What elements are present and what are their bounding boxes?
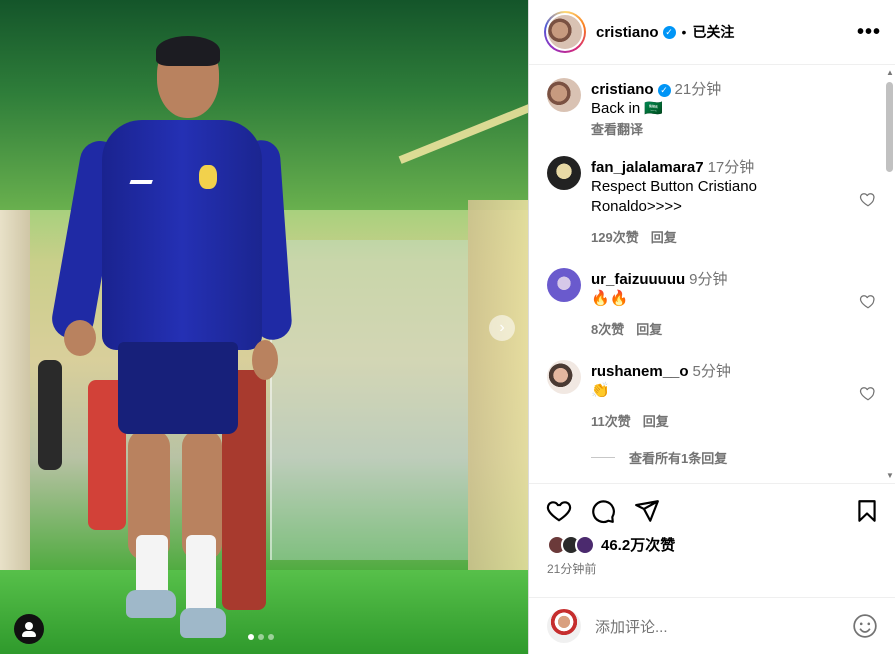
- comment-username[interactable]: cristiano: [591, 81, 654, 98]
- player-figure: [48, 30, 293, 650]
- action-row: [529, 484, 895, 538]
- verified-icon: ✓: [657, 84, 671, 97]
- comment-body: cristiano ✓ 21分钟 Back in 🇸🇦 查看翻译: [591, 78, 837, 138]
- comment-meta: 8次赞 回复: [591, 319, 837, 338]
- avatar-image: [546, 13, 584, 51]
- likes-summary[interactable]: 46.2万次赞: [547, 534, 675, 555]
- player-sock: [186, 535, 216, 615]
- post-header: cristiano ✓ • 已关注 •••: [529, 0, 895, 65]
- player-jersey: [102, 120, 262, 350]
- bookmark-icon[interactable]: [854, 498, 880, 524]
- comment-time[interactable]: 5分钟: [693, 363, 731, 380]
- verified-icon: ✓: [662, 25, 676, 39]
- player-shorts: [118, 342, 238, 434]
- bg-person: [38, 360, 62, 470]
- view-replies-label: 查看所有1条回复: [629, 451, 728, 466]
- scroll-down-icon[interactable]: ▼: [886, 471, 894, 480]
- carousel-dot: [248, 634, 254, 640]
- comment-body: fan_jalalamara7 17分钟 Respect Button Crist…: [591, 156, 837, 246]
- more-options-icon[interactable]: •••: [857, 22, 881, 42]
- comment-body: rushanem__o 5分钟 👏 11次赞 回复: [591, 360, 837, 430]
- share-icon[interactable]: [634, 498, 660, 524]
- post-viewer: › cristiano ✓ • 已关注 ••• cristiano✓21分钟: [0, 0, 895, 654]
- comment-username[interactable]: rushanem__o: [591, 363, 689, 380]
- avatar[interactable]: [547, 268, 581, 302]
- comments-list[interactable]: cristiano ✓ 21分钟 Back in 🇸🇦 查看翻译 fan_jalal…: [529, 66, 884, 482]
- author-avatar[interactable]: [544, 11, 586, 53]
- author-username[interactable]: cristiano: [596, 24, 659, 41]
- reply-button[interactable]: 回复: [643, 414, 669, 429]
- reply-button[interactable]: 回复: [636, 322, 662, 337]
- comment-time[interactable]: 21分钟: [675, 81, 722, 98]
- post-time[interactable]: 21分钟前: [547, 560, 596, 577]
- liker-avatar: [575, 534, 595, 555]
- post-side-panel: cristiano ✓ • 已关注 ••• cristiano ✓ 21分钟 Bac…: [528, 0, 895, 654]
- image-glass: [270, 240, 470, 560]
- chevron-right-icon[interactable]: ›: [489, 315, 515, 341]
- comment-body: ur_faizuuuuu 9分钟 🔥🔥 8次赞 回复: [591, 268, 837, 338]
- comment-meta: 129次赞 回复: [591, 227, 837, 246]
- add-comment-bar: 添加评论...: [529, 597, 895, 654]
- image-wall-left: [0, 210, 30, 570]
- comment-text: Back in 🇸🇦: [591, 100, 664, 117]
- heart-icon[interactable]: [859, 292, 877, 310]
- comments-scrollbar[interactable]: ▲ ▼: [885, 68, 894, 480]
- carousel-dots: [248, 634, 274, 640]
- comment-likes[interactable]: 129次赞: [591, 230, 639, 245]
- post-actions: 46.2万次赞 21分钟前: [529, 483, 895, 576]
- comment-meta: 11次赞 回复: [591, 411, 837, 430]
- scrollbar-thumb[interactable]: [886, 82, 893, 172]
- avatar[interactable]: [547, 360, 581, 394]
- club-badge: [199, 165, 217, 189]
- user-tag-head: [25, 622, 33, 630]
- separator-dot: •: [681, 24, 687, 40]
- user-tag-icon[interactable]: [14, 614, 44, 644]
- replies-line: [591, 457, 615, 458]
- comment-likes[interactable]: 8次赞: [591, 322, 624, 337]
- following-button[interactable]: 已关注: [692, 22, 734, 42]
- comment-icon[interactable]: [590, 498, 616, 524]
- post-image[interactable]: ›: [0, 0, 528, 654]
- player-hand: [252, 340, 278, 380]
- likes-count[interactable]: 46.2万次赞: [601, 534, 675, 555]
- heart-icon[interactable]: [546, 498, 572, 524]
- avatar[interactable]: [547, 156, 581, 190]
- heart-icon[interactable]: [859, 190, 877, 208]
- image-wall-right: [468, 200, 528, 570]
- scroll-up-icon[interactable]: ▲: [886, 68, 894, 77]
- player-shoe: [180, 608, 226, 638]
- comment-text: Respect Button Cristiano Ronaldo>>>>: [591, 178, 757, 215]
- smile-icon[interactable]: [852, 613, 878, 639]
- carousel-dot: [268, 634, 274, 640]
- comment-time[interactable]: 17分钟: [708, 159, 755, 176]
- comment-time[interactable]: 9分钟: [689, 271, 727, 288]
- player-shoe: [126, 590, 176, 618]
- comment-text: 👏: [591, 382, 610, 399]
- comment-username[interactable]: ur_faizuuuuu: [591, 271, 685, 288]
- user-tag-body: [22, 631, 36, 637]
- view-replies-link[interactable]: 查看所有1条回复: [591, 448, 727, 467]
- player-hand: [64, 320, 96, 356]
- comment-username[interactable]: fan_jalalamara7: [591, 159, 704, 176]
- avatar[interactable]: [547, 78, 581, 112]
- translate-link[interactable]: 查看翻译: [591, 119, 837, 138]
- current-user-avatar: [547, 609, 581, 643]
- reply-button[interactable]: 回复: [651, 230, 677, 245]
- carousel-dot: [258, 634, 264, 640]
- player-hair: [156, 36, 220, 66]
- heart-icon[interactable]: [859, 384, 877, 402]
- comment-text: 🔥🔥: [591, 290, 629, 307]
- comment-likes[interactable]: 11次赞: [591, 414, 631, 429]
- comment-input[interactable]: 添加评论...: [595, 616, 668, 637]
